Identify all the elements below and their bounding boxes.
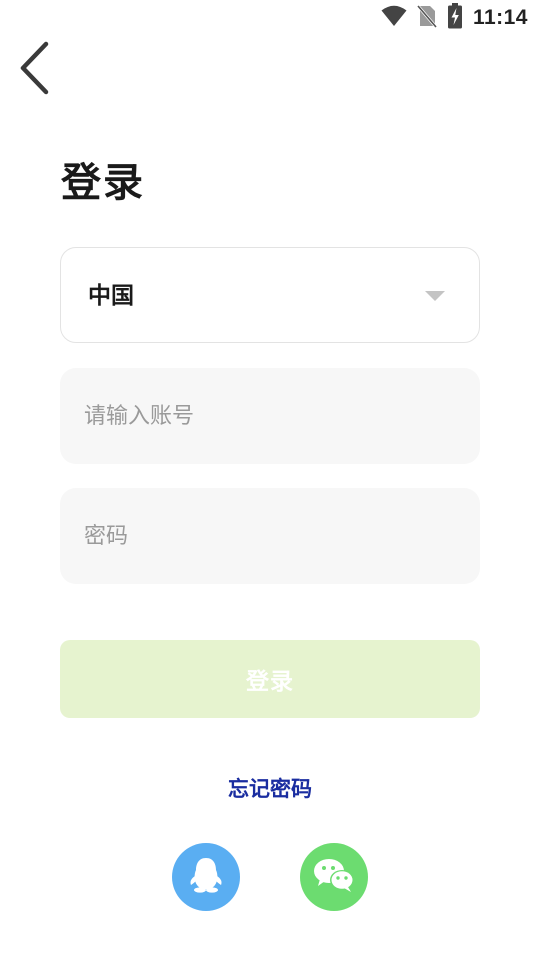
login-button[interactable]: 登录 (60, 640, 480, 718)
dropdown-triangle-icon (425, 291, 445, 301)
page-title: 登录 (61, 160, 145, 206)
wifi-icon (381, 5, 407, 31)
login-screen: 11:14 登录 中国 登录 忘记密码 (0, 0, 540, 960)
country-select[interactable]: 中国 (60, 247, 480, 343)
qq-login-button[interactable] (172, 843, 240, 911)
forgot-password-link[interactable]: 忘记密码 (0, 774, 540, 804)
wechat-icon (313, 857, 355, 897)
back-button[interactable] (8, 38, 64, 102)
chevron-left-icon (18, 40, 54, 100)
password-field (60, 488, 480, 584)
wechat-login-button[interactable] (300, 843, 368, 911)
country-value: 中国 (88, 283, 134, 309)
qq-penguin-icon (189, 856, 223, 898)
no-sim-icon (416, 4, 438, 32)
account-input[interactable] (84, 368, 454, 464)
status-time: 11:14 (472, 6, 528, 29)
status-icons: 11:14 (381, 3, 528, 33)
battery-charging-icon (447, 3, 463, 33)
status-bar: 11:14 (0, 0, 540, 36)
account-field (60, 368, 480, 464)
password-input[interactable] (84, 488, 454, 584)
